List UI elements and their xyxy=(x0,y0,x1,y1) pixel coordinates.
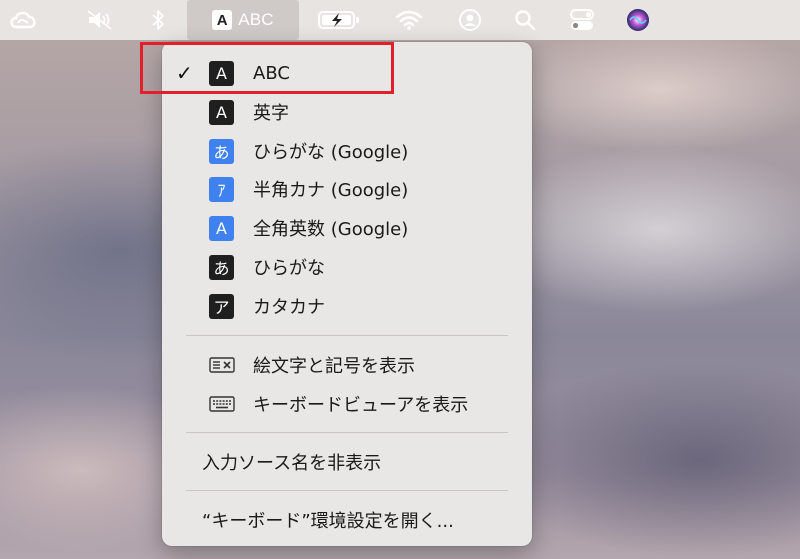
search-icon[interactable] xyxy=(511,0,539,40)
menu-item-label: カタカナ xyxy=(253,297,325,318)
menu-separator xyxy=(186,490,508,491)
user-account-icon[interactable] xyxy=(455,0,485,40)
menu-bar: A ABC xyxy=(0,0,800,40)
control-center-icon[interactable] xyxy=(565,0,599,40)
wifi-icon[interactable] xyxy=(393,0,425,40)
hankaku-kana-badge-icon: ｱ xyxy=(209,176,234,202)
menu-item-eiji[interactable]: A 英字 xyxy=(162,95,532,129)
menu-item-hiragana-google[interactable]: あ ひらがな (Google) xyxy=(162,134,532,168)
menu-item-open-keyboard-prefs[interactable]: “キーボード”環境設定を開く... xyxy=(162,503,532,537)
input-source-dropdown: ✓ A ABC A 英字 あ ひらがな (Google) ｱ 半角カナ (Goo… xyxy=(162,42,532,546)
input-source-badge: A xyxy=(212,10,233,30)
battery-charging-icon[interactable] xyxy=(314,0,364,40)
menu-item-label: “キーボード”環境設定を開く... xyxy=(202,511,454,532)
creative-cloud-icon[interactable] xyxy=(6,0,40,40)
speaker-muted-icon[interactable] xyxy=(82,0,118,40)
menu-item-katakana[interactable]: ア カタカナ xyxy=(162,289,532,323)
menu-item-hiragana[interactable]: あ ひらがな xyxy=(162,250,532,284)
input-source-label: ABC xyxy=(238,10,274,29)
menu-item-hide-input-source-name[interactable]: 入力ソース名を非表示 xyxy=(162,445,532,479)
menu-item-label: キーボードビューアを表示 xyxy=(253,395,469,416)
menu-item-label: 全角英数 (Google) xyxy=(253,219,409,240)
menu-item-zenkaku-eisu-google[interactable]: A 全角英数 (Google) xyxy=(162,211,532,245)
menu-separator xyxy=(186,432,508,433)
menu-item-label: 入力ソース名を非表示 xyxy=(202,453,382,474)
keyboard-viewer-icon xyxy=(209,396,235,412)
bluetooth-icon[interactable] xyxy=(145,0,171,40)
menu-item-label: 英字 xyxy=(253,103,289,124)
katakana-badge-icon: ア xyxy=(209,293,234,319)
menu-item-show-keyboard-viewer[interactable]: キーボードビューアを表示 xyxy=(162,387,532,421)
siri-icon[interactable] xyxy=(622,0,654,40)
hiragana-badge-icon: あ xyxy=(209,138,234,164)
menu-item-label: ひらがな (Google) xyxy=(253,142,409,163)
eiji-badge-icon: A xyxy=(209,99,234,125)
zenkaku-eisu-badge-icon: A xyxy=(209,215,234,241)
menu-item-show-emoji[interactable]: 絵文字と記号を表示 xyxy=(162,348,532,382)
menu-item-label: 絵文字と記号を表示 xyxy=(253,356,415,377)
input-source-menu-button[interactable]: A ABC xyxy=(187,0,299,40)
emoji-viewer-icon xyxy=(209,357,235,373)
menu-item-label: 半角カナ (Google) xyxy=(253,180,409,201)
menu-separator xyxy=(186,335,508,336)
hiragana-badge-icon: あ xyxy=(209,254,234,280)
highlight-annotation-box xyxy=(140,42,394,94)
menu-item-hankaku-kana-google[interactable]: ｱ 半角カナ (Google) xyxy=(162,172,532,206)
menu-item-label: ひらがな xyxy=(253,258,325,279)
